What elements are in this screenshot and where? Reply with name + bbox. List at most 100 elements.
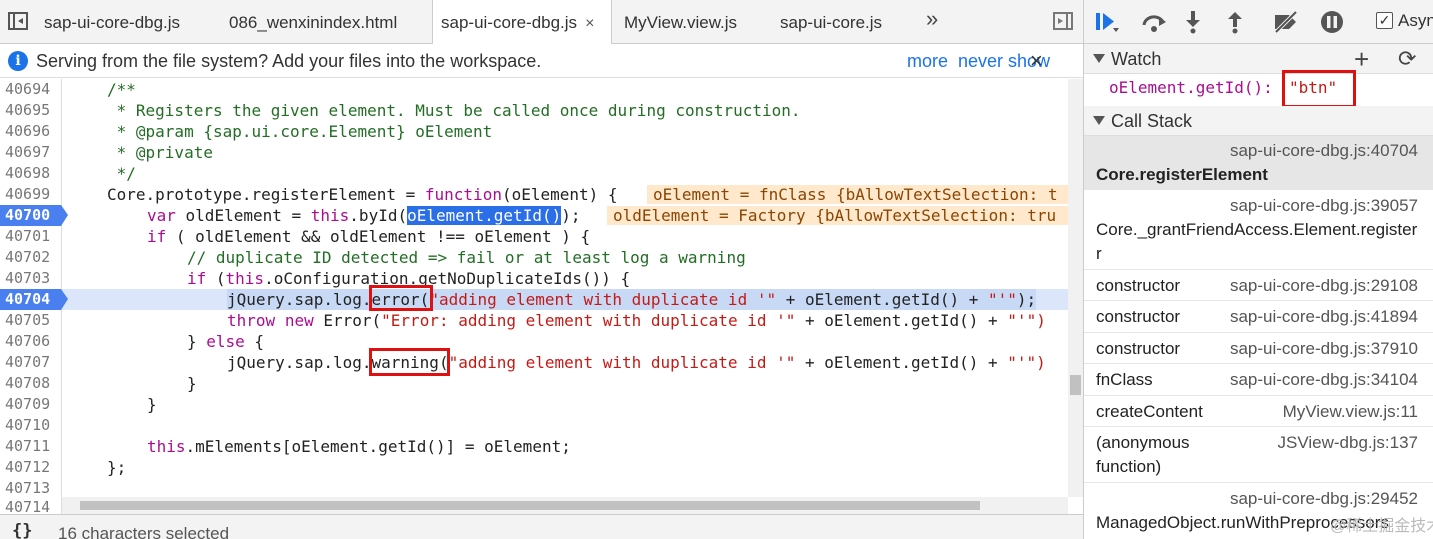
call-frame[interactable]: constructor sap-ui-core-dbg.js:37910 [1084, 333, 1433, 364]
frame-location: MyView.view.js:11 [1282, 402, 1418, 421]
call-frame[interactable]: constructor sap-ui-core-dbg.js:41894 [1084, 301, 1433, 333]
code-line: 40707 jQuery.sap.log.warning("adding ele… [0, 352, 1068, 373]
tab-close-icon[interactable]: × [585, 1, 594, 47]
code-text: } [187, 374, 197, 393]
line-number[interactable]: 40710 [0, 415, 62, 436]
tab-sap-ui-core-dbg-active[interactable]: sap-ui-core-dbg.js × [432, 0, 612, 45]
pretty-print-icon[interactable]: {} [12, 521, 32, 539]
add-watch-icon[interactable]: + [1354, 44, 1369, 75]
frame-location: JSView-dbg.js:137 [1277, 433, 1419, 452]
frame-location: sap-ui-core-dbg.js:29108 [1229, 276, 1418, 295]
tab-label: sap-ui-core-dbg.js [44, 13, 181, 32]
selected-text: oElement.getId() [407, 206, 562, 225]
code-text: }; [107, 458, 127, 477]
scroll-thumb[interactable] [80, 501, 980, 510]
status-bar: {} 16 characters selected [0, 514, 1083, 539]
editor-tab-bar: sap-ui-core-dbg.js 086_wenxinindex.html … [0, 0, 1083, 45]
async-checkbox[interactable]: ✓ [1376, 12, 1393, 29]
code-text: } else { [187, 332, 265, 351]
horizontal-scrollbar[interactable] [62, 497, 1068, 514]
code-text: this.mElements[oElement.getId()] = oElem… [147, 437, 571, 456]
line-number[interactable]: 40707 [0, 352, 62, 373]
async-label: Async [1398, 11, 1433, 30]
more-link[interactable]: more [907, 51, 948, 72]
breakpoint-line-number[interactable]: 40700 [0, 205, 68, 226]
call-frame[interactable]: fnClass sap-ui-core-dbg.js:34104 [1084, 364, 1433, 396]
annotation-box-watch [1282, 70, 1356, 108]
code-text: } [147, 395, 157, 414]
scroll-thumb[interactable] [1070, 375, 1081, 395]
section-title: Call Stack [1111, 111, 1193, 131]
code-line: 40712 }; [0, 457, 1068, 478]
frame-location: sap-ui-core-dbg.js:37910 [1229, 339, 1418, 358]
step-out-icon[interactable] [1226, 10, 1244, 34]
call-frame[interactable]: (anonymous function) JSView-dbg.js:137 [1084, 427, 1433, 483]
close-icon[interactable]: × [1030, 48, 1043, 74]
deactivate-breakpoints-icon[interactable] [1272, 10, 1300, 34]
code-line: 40694 /** [0, 79, 1068, 100]
call-frame[interactable]: constructor sap-ui-core-dbg.js:29108 [1084, 270, 1433, 301]
toggle-navigator-icon[interactable] [8, 12, 28, 30]
tab-wenxinindex[interactable]: 086_wenxinindex.html [229, 0, 397, 44]
line-number[interactable]: 40694 [0, 79, 62, 100]
line-number[interactable]: 40702 [0, 247, 62, 268]
step-into-icon[interactable] [1184, 10, 1202, 34]
line-number[interactable]: 40699 [0, 184, 62, 205]
paused-code-line: 40704 jQuery.sap.log.error("adding eleme… [0, 289, 1068, 310]
line-number[interactable]: 40705 [0, 310, 62, 331]
frame-function: (anonymous [1096, 433, 1190, 452]
line-number[interactable]: 40711 [0, 436, 62, 457]
code-line: 40700 var oldElement = this.byId(oElemen… [0, 205, 1068, 226]
line-number[interactable]: 40714 [0, 497, 62, 514]
more-tabs-icon[interactable]: » [926, 6, 938, 32]
code-text: * @private [107, 143, 213, 162]
code-line: 40698 */ [0, 163, 1068, 184]
code-line: 40710 [0, 415, 1068, 436]
frame-function: constructor [1096, 339, 1181, 358]
line-number[interactable]: 40701 [0, 226, 62, 247]
frame-function: Core._grantFriendAccess.Element.register [1096, 220, 1418, 239]
tab-label: sap-ui-core-dbg.js [441, 13, 578, 32]
line-number[interactable]: 40698 [0, 163, 62, 184]
line-number[interactable]: 40713 [0, 478, 62, 497]
line-number[interactable]: 40712 [0, 457, 62, 478]
code-editor[interactable]: 40694 /** 40695 * Registers the given el… [0, 79, 1068, 497]
watch-expression[interactable]: oElement.getId(): "btn" [1084, 70, 1433, 108]
callstack-section-header[interactable]: Call Stack [1084, 106, 1433, 136]
call-frame[interactable]: sap-ui-core-dbg.js:39057 Core._grantFrie… [1084, 190, 1433, 270]
breakpoint-line-number[interactable]: 40704 [0, 289, 68, 310]
annotation-box-error [369, 285, 433, 311]
resume-icon[interactable] [1094, 10, 1120, 34]
tab-label: sap-ui-core.js [780, 13, 883, 32]
call-frame[interactable]: createContent MyView.view.js:11 [1084, 396, 1433, 427]
refresh-icon[interactable]: ⟳ [1398, 46, 1416, 72]
code-line: 40709 } [0, 394, 1068, 415]
code-line: 40699 Core.prototype.registerElement = f… [0, 184, 1068, 205]
expand-icon [1093, 116, 1105, 125]
tab-sap-ui-core[interactable]: sap-ui-core.js [780, 0, 882, 44]
code-line: 40713 [0, 478, 1068, 497]
tab-label: MyView.view.js [624, 13, 738, 32]
tab-myview[interactable]: MyView.view.js [624, 0, 737, 44]
code-line: 40695 * Registers the given element. Mus… [0, 100, 1068, 121]
section-title: Watch [1111, 49, 1162, 69]
frame-location: sap-ui-core-dbg.js:29452 [1229, 489, 1418, 508]
frame-function-wrap: r [1096, 244, 1102, 263]
vertical-scrollbar[interactable] [1068, 79, 1083, 497]
frame-function: fnClass [1096, 370, 1153, 389]
tab-sap-ui-core-dbg[interactable]: sap-ui-core-dbg.js [44, 0, 180, 44]
line-number[interactable]: 40695 [0, 100, 62, 121]
step-over-icon[interactable] [1140, 10, 1168, 34]
call-frame[interactable]: sap-ui-core-dbg.js:40704 Core.registerEl… [1084, 136, 1433, 190]
line-number[interactable]: 40708 [0, 373, 62, 394]
line-number[interactable]: 40706 [0, 331, 62, 352]
code-text: /** [107, 80, 136, 99]
line-number[interactable]: 40696 [0, 121, 62, 142]
toggle-debugger-icon[interactable] [1053, 12, 1073, 30]
line-number[interactable]: 40703 [0, 268, 62, 289]
inline-value: oldElement = Factory {bAllowTextSelectio… [607, 206, 1068, 225]
line-number[interactable]: 40709 [0, 394, 62, 415]
watch-section-header[interactable]: Watch + ⟳ [1084, 44, 1433, 74]
pause-on-exceptions-icon[interactable] [1320, 10, 1344, 34]
line-number[interactable]: 40697 [0, 142, 62, 163]
